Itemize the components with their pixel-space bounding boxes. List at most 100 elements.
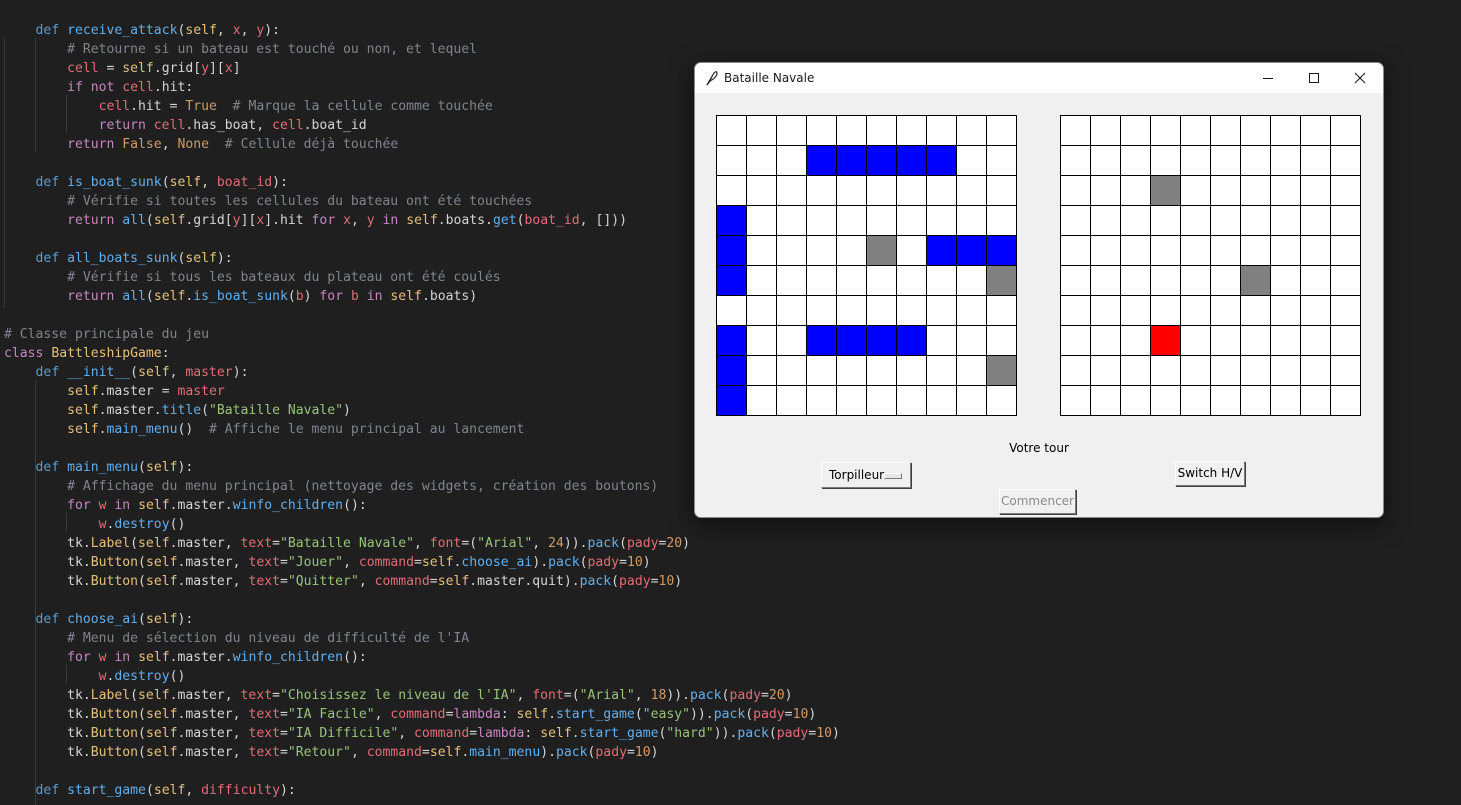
player-board-cell[interactable] bbox=[927, 356, 957, 386]
enemy-board-cell[interactable] bbox=[1331, 356, 1361, 386]
game-window[interactable]: Bataille Navale Votre tour Torpilleur Sw… bbox=[694, 62, 1384, 518]
enemy-board-cell[interactable] bbox=[1091, 146, 1121, 176]
enemy-board-cell[interactable] bbox=[1241, 116, 1271, 146]
player-board-cell[interactable] bbox=[987, 326, 1017, 356]
enemy-board-cell[interactable] bbox=[1181, 146, 1211, 176]
player-board-cell[interactable] bbox=[717, 176, 747, 206]
player-board-cell[interactable] bbox=[927, 146, 957, 176]
enemy-board-cell[interactable] bbox=[1181, 206, 1211, 236]
enemy-board-cell[interactable] bbox=[1121, 386, 1151, 416]
player-board-cell[interactable] bbox=[777, 356, 807, 386]
player-board-cell[interactable] bbox=[837, 266, 867, 296]
player-board-cell[interactable] bbox=[897, 206, 927, 236]
enemy-board-cell[interactable] bbox=[1151, 176, 1181, 206]
player-board-cell[interactable] bbox=[957, 176, 987, 206]
enemy-board-cell[interactable] bbox=[1091, 206, 1121, 236]
player-board-cell[interactable] bbox=[987, 296, 1017, 326]
enemy-board-cell[interactable] bbox=[1271, 326, 1301, 356]
enemy-board-cell[interactable] bbox=[1301, 116, 1331, 146]
player-board-cell[interactable] bbox=[717, 386, 747, 416]
player-board-cell[interactable] bbox=[837, 206, 867, 236]
player-board-cell[interactable] bbox=[867, 326, 897, 356]
enemy-board-cell[interactable] bbox=[1271, 146, 1301, 176]
enemy-board-cell[interactable] bbox=[1181, 356, 1211, 386]
enemy-board-cell[interactable] bbox=[1121, 326, 1151, 356]
player-board-cell[interactable] bbox=[897, 266, 927, 296]
player-board-cell[interactable] bbox=[957, 146, 987, 176]
enemy-board-cell[interactable] bbox=[1331, 386, 1361, 416]
player-board-cell[interactable] bbox=[837, 236, 867, 266]
player-board-cell[interactable] bbox=[987, 146, 1017, 176]
player-board-cell[interactable] bbox=[717, 116, 747, 146]
player-board-cell[interactable] bbox=[987, 266, 1017, 296]
player-board-cell[interactable] bbox=[807, 116, 837, 146]
player-board-cell[interactable] bbox=[927, 206, 957, 236]
enemy-board-cell[interactable] bbox=[1301, 296, 1331, 326]
player-board-cell[interactable] bbox=[777, 326, 807, 356]
enemy-board-cell[interactable] bbox=[1301, 176, 1331, 206]
enemy-board-cell[interactable] bbox=[1181, 236, 1211, 266]
enemy-board-cell[interactable] bbox=[1181, 116, 1211, 146]
enemy-board-cell[interactable] bbox=[1121, 266, 1151, 296]
player-board-cell[interactable] bbox=[807, 176, 837, 206]
enemy-board-cell[interactable] bbox=[1181, 386, 1211, 416]
enemy-board-cell[interactable] bbox=[1241, 326, 1271, 356]
enemy-board-cell[interactable] bbox=[1151, 116, 1181, 146]
player-board-cell[interactable] bbox=[837, 146, 867, 176]
player-board-cell[interactable] bbox=[777, 266, 807, 296]
enemy-board-cell[interactable] bbox=[1151, 146, 1181, 176]
enemy-board-cell[interactable] bbox=[1241, 236, 1271, 266]
enemy-board-cell[interactable] bbox=[1301, 266, 1331, 296]
enemy-board-cell[interactable] bbox=[1091, 386, 1121, 416]
enemy-board-cell[interactable] bbox=[1061, 176, 1091, 206]
enemy-board-cell[interactable] bbox=[1091, 296, 1121, 326]
player-board-cell[interactable] bbox=[927, 386, 957, 416]
player-board-cell[interactable] bbox=[837, 116, 867, 146]
enemy-board-cell[interactable] bbox=[1061, 266, 1091, 296]
player-board-cell[interactable] bbox=[897, 356, 927, 386]
enemy-board-cell[interactable] bbox=[1121, 356, 1151, 386]
player-board-cell[interactable] bbox=[927, 236, 957, 266]
player-board-cell[interactable] bbox=[807, 356, 837, 386]
player-board-cell[interactable] bbox=[837, 386, 867, 416]
player-board-cell[interactable] bbox=[747, 326, 777, 356]
enemy-board-cell[interactable] bbox=[1151, 266, 1181, 296]
enemy-board-cell[interactable] bbox=[1271, 386, 1301, 416]
enemy-board-cell[interactable] bbox=[1271, 116, 1301, 146]
enemy-board-cell[interactable] bbox=[1211, 176, 1241, 206]
player-board-cell[interactable] bbox=[777, 176, 807, 206]
boat-type-select[interactable]: Torpilleur bbox=[821, 462, 911, 488]
enemy-board-cell[interactable] bbox=[1091, 236, 1121, 266]
player-board-cell[interactable] bbox=[927, 176, 957, 206]
player-board-cell[interactable] bbox=[897, 146, 927, 176]
enemy-board-cell[interactable] bbox=[1211, 296, 1241, 326]
enemy-board-cell[interactable] bbox=[1301, 206, 1331, 236]
player-board-cell[interactable] bbox=[717, 356, 747, 386]
player-board-cell[interactable] bbox=[897, 236, 927, 266]
player-board-cell[interactable] bbox=[837, 296, 867, 326]
player-board-cell[interactable] bbox=[957, 266, 987, 296]
player-board-cell[interactable] bbox=[897, 116, 927, 146]
player-board-cell[interactable] bbox=[717, 296, 747, 326]
enemy-board-cell[interactable] bbox=[1271, 176, 1301, 206]
player-board-cell[interactable] bbox=[957, 296, 987, 326]
enemy-board-cell[interactable] bbox=[1331, 266, 1361, 296]
enemy-board-cell[interactable] bbox=[1181, 326, 1211, 356]
player-board-cell[interactable] bbox=[867, 386, 897, 416]
player-board-cell[interactable] bbox=[807, 146, 837, 176]
player-board-cell[interactable] bbox=[897, 296, 927, 326]
enemy-board-cell[interactable] bbox=[1241, 356, 1271, 386]
player-board-cell[interactable] bbox=[807, 206, 837, 236]
player-board-cell[interactable] bbox=[867, 356, 897, 386]
enemy-board-cell[interactable] bbox=[1271, 296, 1301, 326]
player-board-cell[interactable] bbox=[717, 326, 747, 356]
player-board-cell[interactable] bbox=[777, 206, 807, 236]
player-board-cell[interactable] bbox=[807, 266, 837, 296]
player-board-cell[interactable] bbox=[747, 176, 777, 206]
enemy-board-cell[interactable] bbox=[1121, 236, 1151, 266]
player-board-cell[interactable] bbox=[927, 296, 957, 326]
enemy-board-cell[interactable] bbox=[1331, 176, 1361, 206]
player-board-cell[interactable] bbox=[957, 206, 987, 236]
player-board-cell[interactable] bbox=[867, 296, 897, 326]
enemy-board-cell[interactable] bbox=[1091, 176, 1121, 206]
